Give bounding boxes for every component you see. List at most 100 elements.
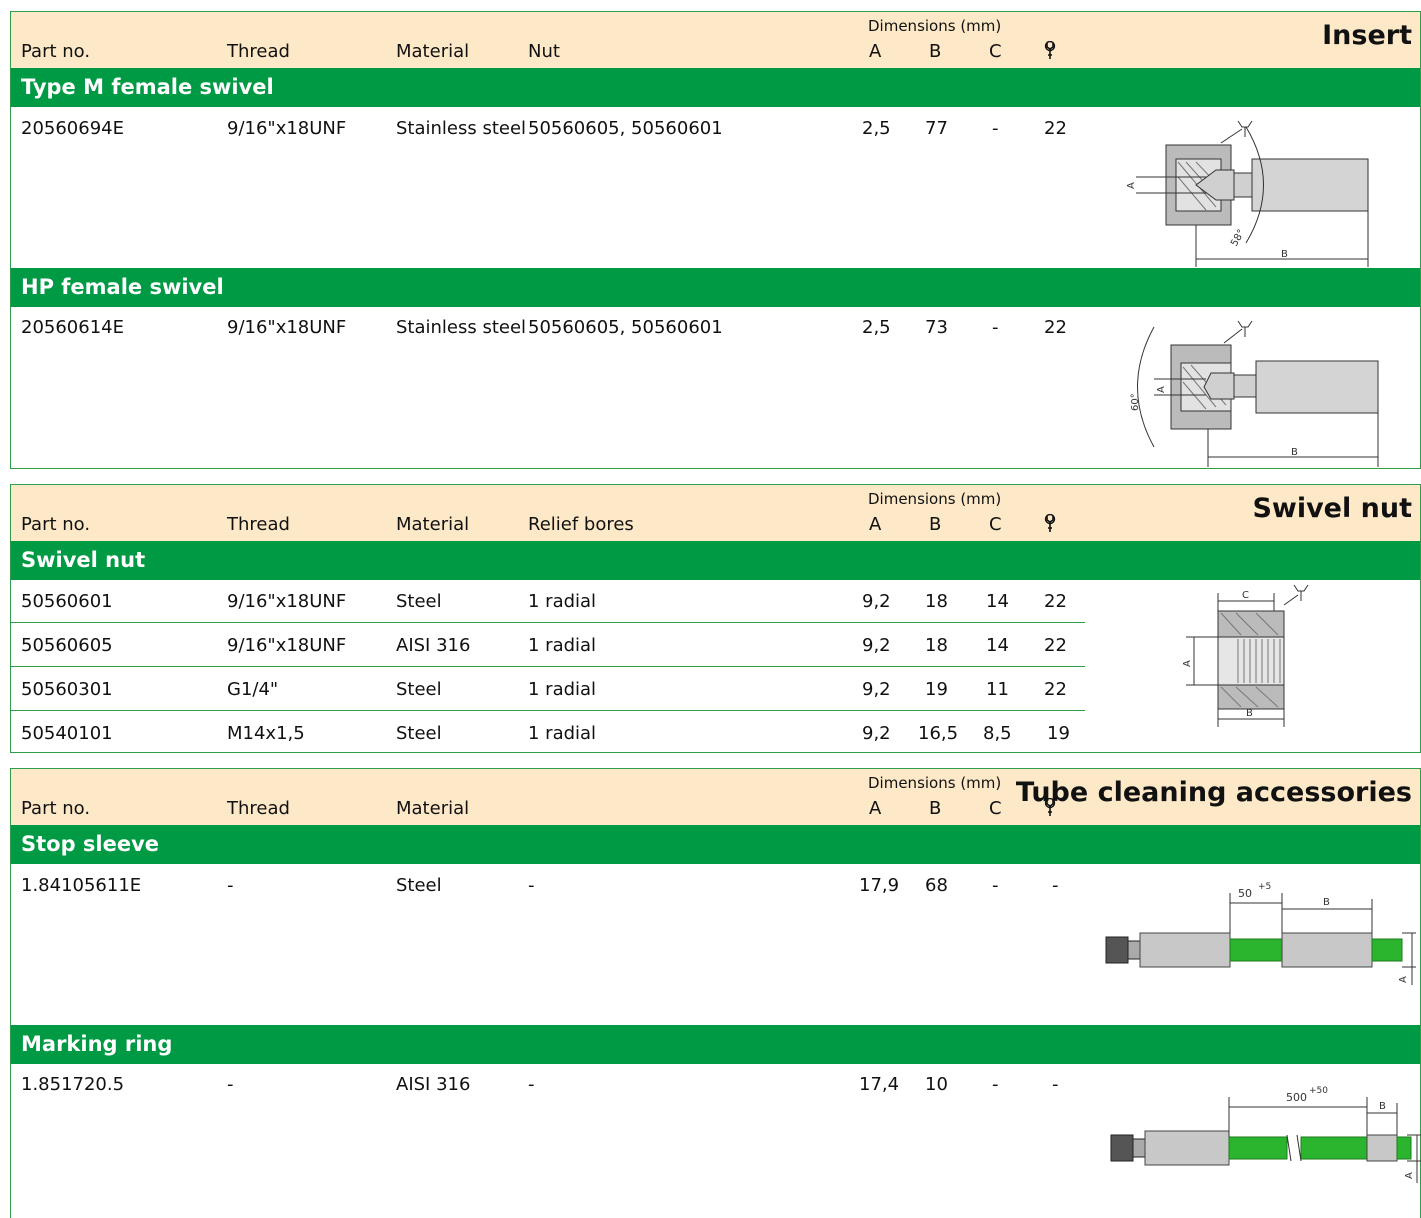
col-c: C: [989, 798, 1002, 819]
cell-material: Steel: [396, 723, 442, 744]
cell-nut: 50560605, 50560601: [528, 118, 723, 139]
svg-text:B: B: [1281, 249, 1288, 260]
drawing-hp-female-swivel: 60° A B: [1130, 320, 1379, 467]
cell-a: 9,2: [862, 635, 891, 656]
svg-text:60°: 60°: [1130, 393, 1141, 411]
svg-text:A: A: [1182, 660, 1193, 667]
svg-text:A: A: [1126, 182, 1137, 189]
cell-a: 17,9: [859, 875, 900, 896]
cell-wrench: 22: [1044, 591, 1067, 612]
cell-part-no: 50560601: [21, 591, 113, 612]
cell-a: 9,2: [862, 679, 891, 700]
svg-text:A: A: [1404, 1172, 1415, 1179]
col-b: B: [929, 41, 942, 62]
cell-extra: -: [528, 875, 535, 896]
cell-b: 77: [925, 118, 948, 139]
group-header: Marking ring: [11, 1025, 1420, 1064]
section-title: Swivel nut: [1252, 493, 1412, 524]
cell-nut: 50560605, 50560601: [528, 317, 723, 338]
col-dimensions: Dimensions (mm): [868, 17, 1002, 35]
col-thread: Thread: [227, 514, 290, 535]
svg-text:B: B: [1291, 447, 1298, 458]
svg-text:C: C: [1242, 590, 1249, 601]
cell-a: 2,5: [862, 118, 891, 139]
cell-relief: 1 radial: [528, 679, 597, 700]
svg-text:58°: 58°: [1229, 228, 1247, 249]
cell-c: 14: [986, 591, 1009, 612]
drawing-type-m-female-swivel: A 58° B: [1126, 120, 1369, 267]
group-header: Type M female swivel: [11, 68, 1420, 107]
group-header: Swivel nut: [11, 541, 1420, 580]
cell-thread: 9/16"x18UNF: [227, 317, 347, 338]
cell-a: 2,5: [862, 317, 891, 338]
col-dimensions: Dimensions (mm): [868, 490, 1002, 508]
cell-wrench: -: [1052, 875, 1059, 896]
cell-thread: G1/4": [227, 679, 279, 700]
col-material: Material: [396, 41, 470, 62]
svg-text:B: B: [1246, 708, 1253, 719]
section-insert: Part no. Thread Material Nut Dimensions …: [10, 11, 1421, 469]
svg-text:+50: +50: [1309, 1086, 1328, 1096]
cell-b: 10: [925, 1074, 948, 1095]
cell-part-no: 50560301: [21, 679, 113, 700]
group-header: HP female swivel: [11, 268, 1420, 307]
cell-thread: 9/16"x18UNF: [227, 635, 347, 656]
cell-material: Steel: [396, 679, 442, 700]
cell-thread: 9/16"x18UNF: [227, 118, 347, 139]
cell-thread: M14x1,5: [227, 723, 305, 744]
section-header: Part no. Thread Material Dimensions (mm)…: [11, 769, 1420, 825]
cell-wrench: -: [1052, 1074, 1059, 1095]
cell-b: 19: [925, 679, 948, 700]
cell-relief: 1 radial: [528, 723, 597, 744]
col-a: A: [869, 798, 882, 819]
col-a: A: [869, 41, 882, 62]
col-material: Material: [396, 514, 470, 535]
row-divider: [11, 666, 1085, 667]
group-header: Stop sleeve: [11, 825, 1420, 864]
cell-wrench: 22: [1044, 317, 1067, 338]
cell-a: 9,2: [862, 591, 891, 612]
cell-material: Stainless steel: [396, 317, 527, 338]
cell-part-no: 50560605: [21, 635, 113, 656]
section-title: Tube cleaning accessories: [1015, 777, 1412, 808]
col-part-no: Part no.: [21, 798, 91, 819]
row-divider: [11, 710, 1085, 711]
section-title: Insert: [1322, 20, 1412, 51]
section-header: Part no. Thread Material Relief bores Di…: [11, 485, 1420, 541]
col-c: C: [989, 514, 1002, 535]
drawing-swivel-nut: C A B: [1182, 584, 1309, 727]
wrench-icon: [1044, 41, 1056, 59]
col-b: B: [929, 514, 942, 535]
col-extra: Nut: [528, 41, 560, 62]
cell-wrench: 22: [1044, 118, 1067, 139]
cell-thread: 9/16"x18UNF: [227, 591, 347, 612]
cell-b: 18: [925, 591, 948, 612]
section-header: Part no. Thread Material Nut Dimensions …: [11, 12, 1420, 68]
col-dimensions: Dimensions (mm): [868, 774, 1002, 792]
cell-b: 73: [925, 317, 948, 338]
cell-relief: 1 radial: [528, 591, 597, 612]
cell-b: 18: [925, 635, 948, 656]
section-swivel-nut: Part no. Thread Material Relief bores Di…: [10, 484, 1421, 753]
cell-c: -: [992, 1074, 999, 1095]
cell-part-no: 1.84105611E: [21, 875, 142, 896]
col-extra: Relief bores: [528, 514, 634, 535]
drawing-stop-sleeve: 50 +5 B A: [1105, 882, 1416, 985]
col-a: A: [869, 514, 882, 535]
cell-thread: -: [227, 1074, 234, 1095]
cell-a: 17,4: [859, 1074, 900, 1095]
col-material: Material: [396, 798, 470, 819]
cell-material: AISI 316: [396, 1074, 471, 1095]
cell-c: -: [992, 317, 999, 338]
cell-wrench: 22: [1044, 679, 1067, 700]
col-part-no: Part no.: [21, 41, 91, 62]
cell-part-no: 20560694E: [21, 118, 124, 139]
svg-text:+5: +5: [1258, 882, 1271, 892]
svg-text:A: A: [1156, 386, 1167, 393]
cell-b: 68: [925, 875, 948, 896]
drawing-marking-ring: 500 +50 B A: [1110, 1086, 1421, 1183]
cell-part-no: 50540101: [21, 723, 113, 744]
cell-b: 16,5: [918, 723, 959, 744]
section-tube-cleaning: Part no. Thread Material Dimensions (mm)…: [10, 768, 1421, 1218]
wrench-icon: [1044, 514, 1056, 532]
